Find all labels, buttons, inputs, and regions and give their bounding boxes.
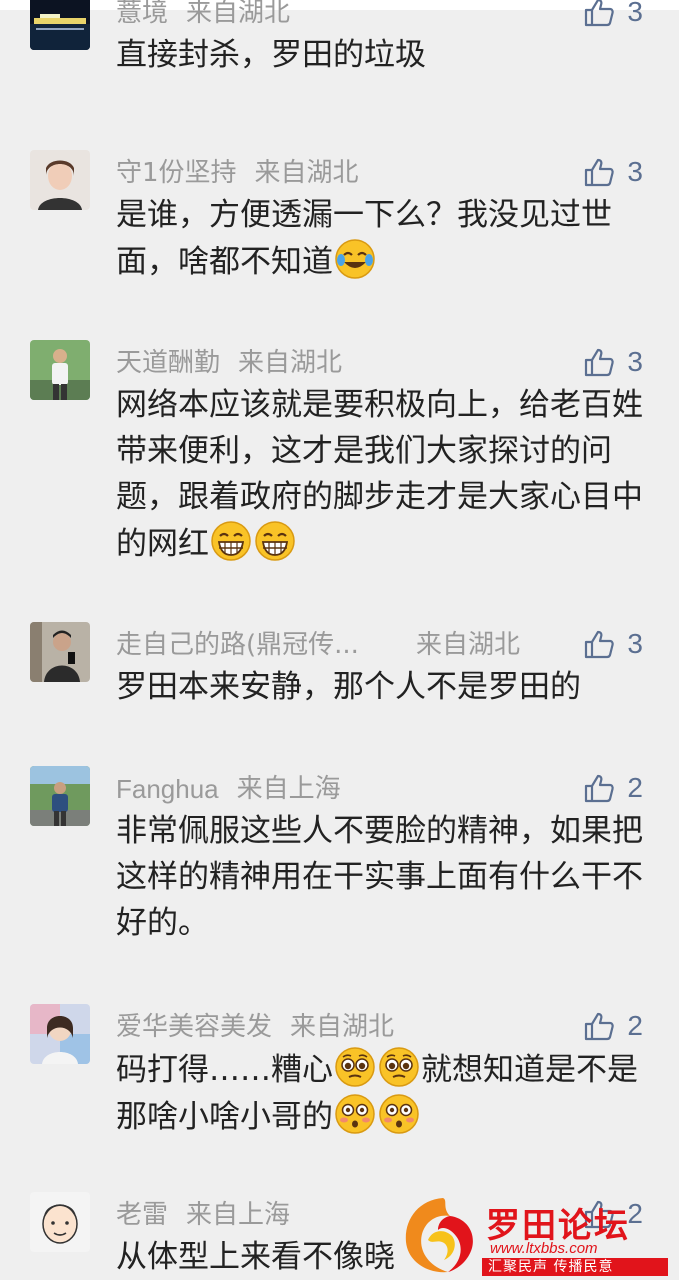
like-count: 2 <box>627 1010 643 1041</box>
comment-location: 来自上海 <box>236 774 341 804</box>
colorful-portrait-avatar[interactable] <box>30 1004 90 1064</box>
like-button[interactable]: 2 <box>583 770 643 806</box>
night-river-scene-avatar[interactable] <box>30 0 90 50</box>
cartoon-man-avatar[interactable] <box>30 1192 90 1252</box>
thumbs-up-icon <box>585 348 615 377</box>
like-count: 3 <box>627 628 643 659</box>
comment-text-part: 非常佩服这些人不要脸的精神，如果把这样的精神用在干实事上面有什么干不好的。 <box>116 813 643 941</box>
thumbs-up-icon <box>585 774 615 803</box>
thumbs-up-icon <box>585 0 615 27</box>
thumbs-up-icon <box>585 1012 615 1041</box>
grinning-face-emoji <box>255 521 295 561</box>
comment-text: 网络本应该就是要积极向上，给老百姓带来便利，这才是我们大家探讨的问题，跟着政府的… <box>116 382 646 567</box>
like-button[interactable]: 3 <box>583 154 643 190</box>
comment-location: 来自湖北 <box>416 630 521 660</box>
comment-location: 来自湖北 <box>290 1012 395 1042</box>
comment-text: 码打得……糟心 就想知道是不是那啥小啥小哥的 <box>116 1046 646 1140</box>
commenter-name[interactable]: 天道酬勤 <box>116 346 220 380</box>
pleading-face-emoji <box>379 1047 419 1087</box>
comment-text: 直接封杀，罗田的垃圾 <box>116 32 646 78</box>
man-selfie-avatar[interactable] <box>30 622 90 682</box>
comment-text: 是谁，方便透漏一下么？我没见过世面，啥都不知道 <box>116 192 646 285</box>
comment-location: 来自湖北 <box>186 0 291 28</box>
forum-watermark: 罗田论坛 www.ltxbbs.com 汇聚民声 传播民意 <box>398 1190 668 1280</box>
like-button[interactable]: 3 <box>583 344 643 380</box>
thumbs-up-icon <box>585 158 615 187</box>
comment-text-part: 码打得……糟心 <box>116 1052 333 1088</box>
comment-location: 来自湖北 <box>254 158 359 188</box>
commenter-name[interactable]: Fanghua <box>116 772 219 806</box>
commenter-name[interactable]: 老雷 <box>116 1198 168 1232</box>
comment-location: 来自上海 <box>186 1200 291 1230</box>
like-count: 3 <box>627 0 643 27</box>
man-outdoor-avatar[interactable] <box>30 766 90 826</box>
top-edge <box>0 0 679 10</box>
like-button[interactable]: 3 <box>583 626 643 662</box>
watermark-url: www.ltxbbs.com <box>490 1240 598 1257</box>
like-count: 3 <box>627 156 643 187</box>
commenter-name[interactable]: 走自己的路(鼎冠传... <box>116 628 398 662</box>
flushed-face-emoji <box>379 1094 419 1134</box>
commenter-name[interactable]: 守1份坚持 <box>116 156 237 190</box>
face-with-tears-of-joy-emoji <box>335 239 375 279</box>
commenter-name[interactable]: 薏境 <box>116 0 168 30</box>
thumbs-up-icon <box>585 630 615 659</box>
like-count: 3 <box>627 346 643 377</box>
pleading-face-emoji <box>335 1047 375 1087</box>
grinning-face-emoji <box>211 521 251 561</box>
flushed-face-emoji <box>335 1094 375 1134</box>
comment-text-part: 罗田本来安静，那个人不是罗田的 <box>116 669 581 705</box>
like-button[interactable]: 2 <box>583 1008 643 1044</box>
man-standing-avatar[interactable] <box>30 340 90 400</box>
comment-text: 非常佩服这些人不要脸的精神，如果把这样的精神用在干实事上面有什么干不好的。 <box>116 808 646 946</box>
phoenix-logo-icon <box>405 1198 473 1273</box>
comment-text-part: 从体型上来看不像晓 <box>116 1239 395 1275</box>
comment-text: 罗田本来安静，那个人不是罗田的 <box>116 664 646 710</box>
comment-text-part: 网络本应该就是要积极向上，给老百姓带来便利，这才是我们大家探讨的问题，跟着政府的… <box>116 387 643 562</box>
like-button[interactable]: 3 <box>583 0 643 30</box>
watermark-slogan: 汇聚民声 传播民意 <box>488 1259 614 1275</box>
like-count: 2 <box>627 772 643 803</box>
comment-text-part: 直接封杀，罗田的垃圾 <box>116 37 426 73</box>
woman-portrait-avatar[interactable] <box>30 150 90 210</box>
commenter-name[interactable]: 爱华美容美发 <box>116 1010 272 1044</box>
comment-location: 来自湖北 <box>238 348 343 378</box>
